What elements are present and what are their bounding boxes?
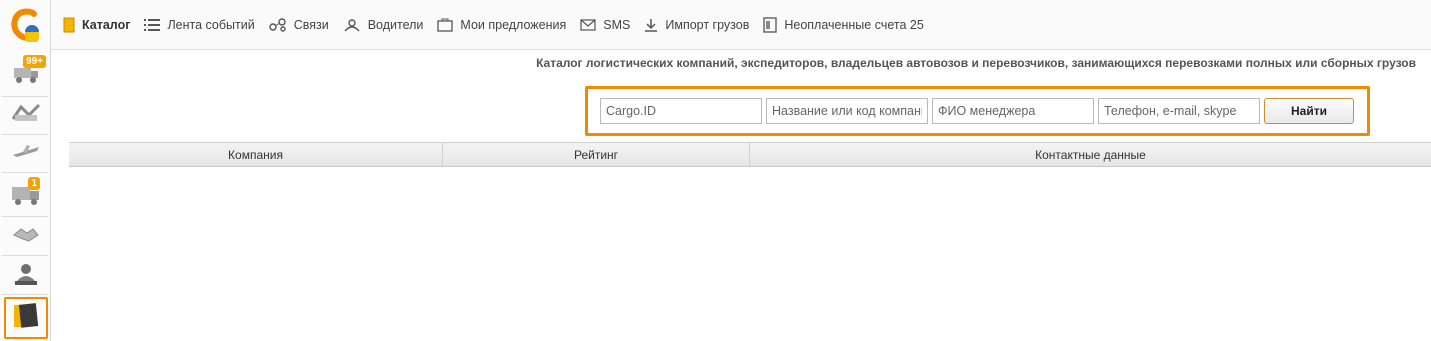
search-button[interactable]: Найти (1264, 98, 1354, 124)
left-sidebar: 99+ 1 (0, 0, 51, 341)
menu-import-label: Импорт грузов (665, 17, 750, 32)
results-table-header: Компания Рейтинг Контактные данные (69, 142, 1431, 167)
person-at-desk-icon (12, 261, 40, 292)
app-logo-icon[interactable] (10, 8, 42, 44)
menu-offers-label: Мои предложения (460, 17, 567, 32)
network-icon (268, 17, 286, 32)
catalog-book-icon (11, 301, 41, 336)
top-toolbar: Каталог Лента событий Связи Водители Мои… (51, 0, 1431, 50)
map-route-icon (11, 101, 41, 130)
app-window: 99+ 1 Каталог Лента событий Связи Водите… (0, 0, 1431, 341)
menu-sms-label: SMS (603, 17, 631, 32)
invoice-icon (763, 16, 778, 33)
rail-item-cargo[interactable]: 99+ (4, 55, 48, 92)
menu-feed-label: Лента событий (167, 17, 255, 32)
menu-import[interactable]: Импорт грузов (644, 10, 749, 40)
menu-offers[interactable]: Мои предложения (437, 10, 566, 40)
rail-item-routes[interactable] (4, 97, 48, 133)
download-icon (645, 18, 658, 32)
rail-item-managers[interactable] (4, 258, 48, 294)
menu-unpaid[interactable]: Неоплаченные счета 25 (763, 10, 924, 40)
briefcase-icon (437, 18, 454, 32)
menu-drivers[interactable]: Водители (343, 10, 424, 40)
catalog-book-icon (63, 17, 75, 32)
handshake-icon (11, 223, 41, 250)
cargo-id-input[interactable] (600, 98, 762, 124)
menu-links-label: Связи (293, 17, 329, 32)
envelope-icon (580, 18, 596, 31)
menu-links[interactable]: Связи (268, 10, 329, 40)
truck-count-badge: 1 (28, 177, 40, 190)
rail-item-trucks[interactable]: 1 (4, 177, 48, 214)
rail-item-catalog[interactable] (4, 297, 48, 339)
company-name-input[interactable] (766, 98, 928, 124)
airplane-icon (11, 141, 41, 166)
column-company[interactable]: Компания (69, 143, 443, 166)
page-subtitle: Каталог логистических компаний, экспедит… (536, 56, 1416, 70)
column-rating[interactable]: Рейтинг (443, 143, 750, 166)
manager-name-input[interactable] (932, 98, 1094, 124)
menu-feed[interactable]: Лента событий (144, 10, 255, 40)
cargo-count-badge: 99+ (23, 55, 46, 68)
menu-sms[interactable]: SMS (580, 10, 630, 40)
list-icon (144, 18, 161, 31)
rail-item-partners[interactable] (4, 218, 48, 254)
rail-item-air[interactable] (4, 135, 48, 171)
menu-catalog-label: Каталог (82, 17, 131, 32)
contact-input[interactable] (1098, 98, 1260, 124)
drivers-icon (344, 18, 360, 31)
menu-drivers-label: Водители (367, 17, 424, 32)
search-form: Найти (585, 86, 1370, 136)
column-contacts[interactable]: Контактные данные (750, 143, 1431, 166)
menu-catalog[interactable]: Каталог (63, 10, 130, 40)
menu-unpaid-label: Неоплаченные счета 25 (784, 17, 924, 32)
